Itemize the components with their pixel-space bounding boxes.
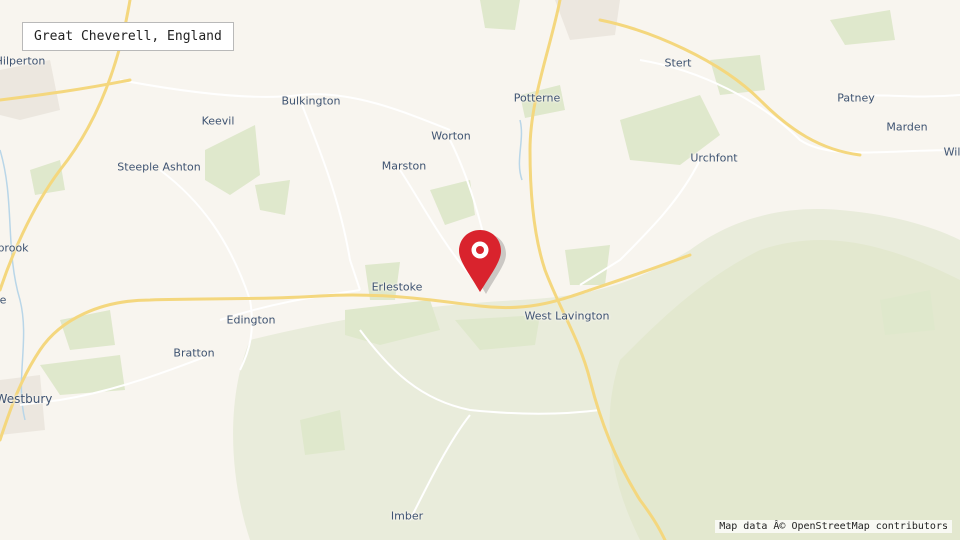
place-label-hilperton: Hilperton [0, 54, 46, 68]
place-label-stert: Stert [664, 56, 692, 70]
place-label-edington: Edington [226, 313, 276, 327]
place-label-bulkington: Bulkington [281, 94, 341, 108]
place-label-marden: Marden [886, 120, 928, 134]
place-label-erlestoke: Erlestoke [371, 280, 423, 294]
map-canvas[interactable]: Great Cheverell, England Hilperton Bulki… [0, 0, 960, 540]
map-attribution[interactable]: Map data Â© OpenStreetMap contributors [715, 520, 952, 533]
map-pin-icon[interactable] [456, 228, 510, 296]
place-label-southbrook: brook [0, 241, 29, 255]
place-label-imber: Imber [390, 509, 424, 523]
place-label-bratton: Bratton [173, 346, 215, 360]
place-label-keevil: Keevil [201, 114, 235, 128]
place-label-west-lavington: West Lavington [524, 309, 610, 323]
place-label-westbury: Westbury [0, 392, 53, 406]
location-title: Great Cheverell, England [22, 22, 234, 51]
place-label-potterne: Potterne [513, 91, 561, 105]
place-label-marston: Marston [381, 159, 427, 173]
place-label-westbury-leigh: e [0, 293, 7, 307]
place-label-steeple-ashton: Steeple Ashton [117, 160, 201, 174]
place-label-urchfont: Urchfont [690, 151, 738, 165]
place-label-wilsford: Wil [943, 145, 960, 159]
place-label-patney: Patney [837, 91, 875, 105]
place-label-worton: Worton [431, 129, 471, 143]
